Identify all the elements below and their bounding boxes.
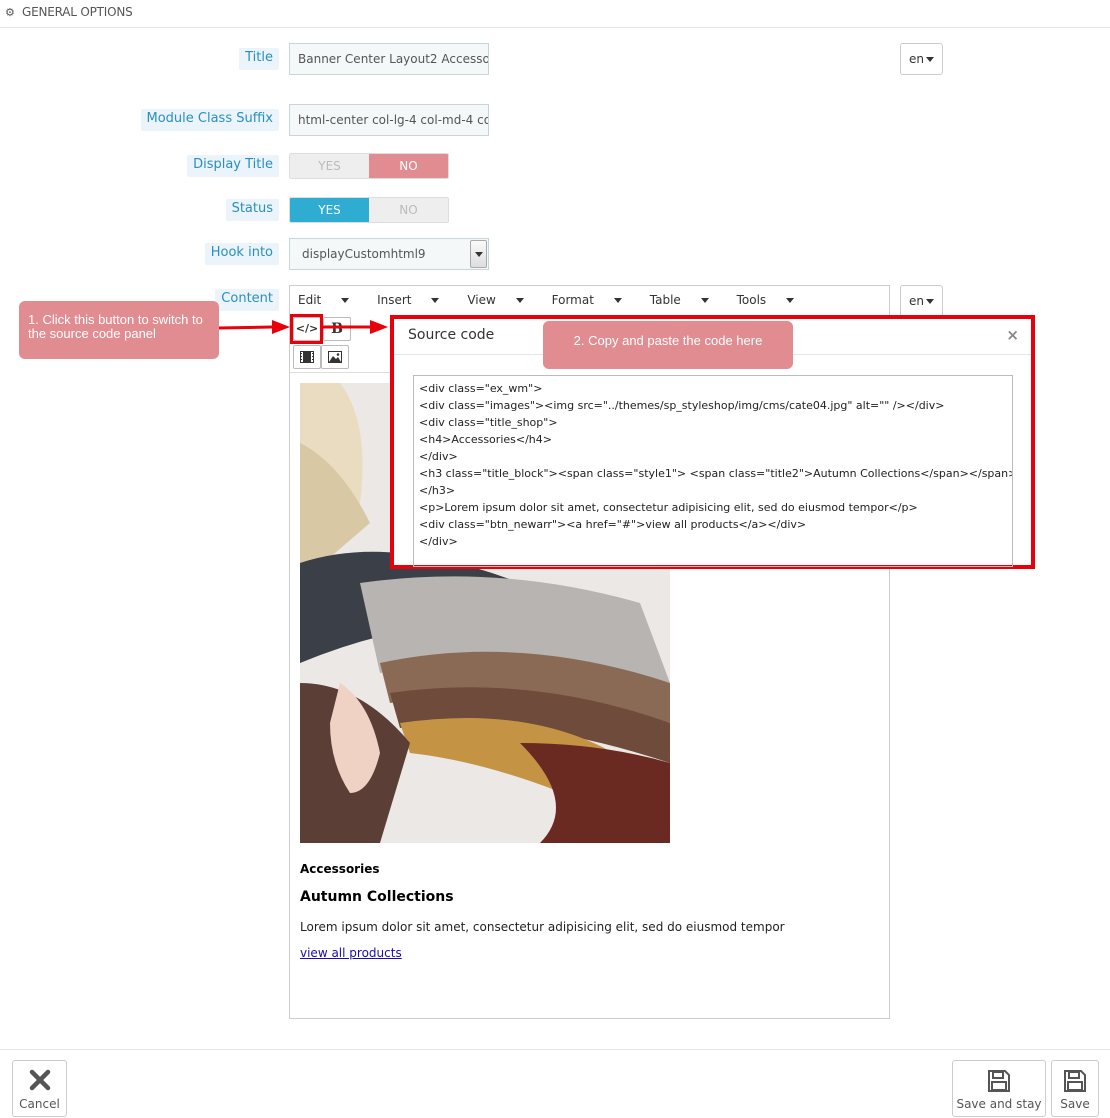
floppy-disk-icon	[988, 1070, 1010, 1092]
caret-down-icon	[515, 298, 524, 303]
cancel-label: Cancel	[19, 1097, 60, 1111]
save-and-stay-label: Save and stay	[956, 1097, 1042, 1111]
article-heading: Autumn Collections	[300, 889, 454, 905]
caret-down-icon	[926, 299, 934, 304]
hook-select[interactable]: displayCustomhtml9	[289, 238, 489, 270]
content-label: Content	[215, 289, 279, 311]
suffix-input[interactable]: html-center col-lg-4 col-md-4 col-	[289, 104, 489, 136]
callout-step-2: 2. Copy and paste the code here	[543, 321, 793, 369]
display-title-no[interactable]: NO	[369, 154, 448, 178]
status-toggle[interactable]: YES NO	[289, 197, 449, 223]
code-line: <h3 class="title_block"><span class="sty…	[419, 467, 1013, 480]
code-line: <p>Lorem ipsum dolor sit amet, consectet…	[419, 501, 918, 514]
code-line: </h3>	[419, 484, 456, 497]
source-code-textarea[interactable]: <div class="ex_wm"> <div class="images">…	[413, 375, 1013, 567]
panel-header: ⚙︎ GENERAL OPTIONS	[0, 0, 1110, 28]
code-line: <div class="btn_newarr"><a href="#">view…	[419, 518, 807, 531]
title-label: Title	[239, 48, 279, 70]
gear-icon: ⚙︎	[5, 6, 15, 19]
panel-title: GENERAL OPTIONS	[22, 5, 133, 19]
film-icon	[300, 351, 314, 363]
caret-down-icon	[431, 298, 440, 303]
dialog-title: Source code	[408, 327, 495, 343]
view-all-products-link[interactable]: view all products	[300, 946, 402, 960]
code-line: <div class="title_shop">	[419, 416, 558, 429]
image-icon	[328, 351, 342, 363]
code-line: <h4>Accessories</h4>	[419, 433, 552, 446]
code-line: </div>	[419, 535, 458, 548]
title-input[interactable]: Banner Center Layout2 Accessor	[289, 43, 489, 75]
menu-view[interactable]: View	[467, 286, 537, 314]
close-icon	[29, 1069, 50, 1091]
menu-label: Insert	[377, 293, 412, 307]
menu-label: Edit	[298, 293, 322, 307]
menu-label: Tools	[736, 293, 767, 307]
caret-down-icon	[700, 298, 709, 303]
hook-label: Hook into	[204, 243, 279, 265]
insert-video-button[interactable]	[293, 345, 321, 369]
form-footer: Cancel Save and stay Save	[0, 1049, 1110, 1118]
code-line: </div>	[419, 450, 458, 463]
caret-down-icon	[613, 298, 622, 303]
content-lang-dropdown[interactable]: en	[900, 285, 943, 317]
caret-down-icon	[926, 57, 934, 62]
menu-label: View	[467, 293, 496, 307]
menu-format[interactable]: Format	[552, 286, 636, 314]
select-arrow-icon[interactable]	[470, 240, 487, 268]
code-line: <div class="ex_wm">	[419, 382, 543, 395]
status-yes[interactable]: YES	[290, 198, 369, 222]
save-label: Save	[1060, 1097, 1090, 1111]
suffix-label: Module Class Suffix	[140, 109, 279, 131]
insert-image-button[interactable]	[321, 345, 349, 369]
article-text: Lorem ipsum dolor sit amet, consectetur …	[300, 920, 785, 934]
menu-insert[interactable]: Insert	[377, 286, 453, 314]
menu-table[interactable]: Table	[650, 286, 723, 314]
save-and-stay-button[interactable]: Save and stay	[952, 1060, 1046, 1117]
menu-edit[interactable]: Edit	[298, 286, 363, 314]
bold-icon: B	[331, 321, 343, 337]
menu-tools[interactable]: Tools	[737, 286, 808, 314]
hook-value: displayCustomhtml9	[302, 247, 426, 261]
editor-menubar: Edit Insert View Format Table Tools	[290, 286, 889, 314]
menu-label: Table	[649, 293, 681, 307]
code-line: <div class="images"><img src="../themes/…	[419, 399, 945, 412]
lang-code: en	[909, 52, 924, 66]
cancel-button[interactable]: Cancel	[12, 1060, 67, 1117]
close-icon[interactable]: ×	[1006, 326, 1019, 344]
save-button[interactable]: Save	[1051, 1060, 1099, 1117]
article-heading-small: Accessories	[300, 862, 380, 876]
display-title-label: Display Title	[187, 155, 279, 177]
display-title-yes[interactable]: YES	[290, 154, 369, 178]
lang-code: en	[909, 294, 924, 308]
floppy-disk-icon	[1064, 1070, 1086, 1092]
status-no[interactable]: NO	[369, 198, 448, 222]
menu-label: Format	[551, 293, 594, 307]
display-title-toggle[interactable]: YES NO	[289, 153, 449, 179]
caret-down-icon	[786, 298, 795, 303]
source-button-highlight	[290, 314, 323, 344]
title-lang-dropdown[interactable]: en	[900, 43, 943, 75]
callout-step-1: 1. Click this button to switch to the so…	[19, 301, 219, 359]
status-label: Status	[225, 199, 279, 221]
caret-down-icon	[341, 298, 350, 303]
bold-button[interactable]: B	[323, 317, 351, 341]
